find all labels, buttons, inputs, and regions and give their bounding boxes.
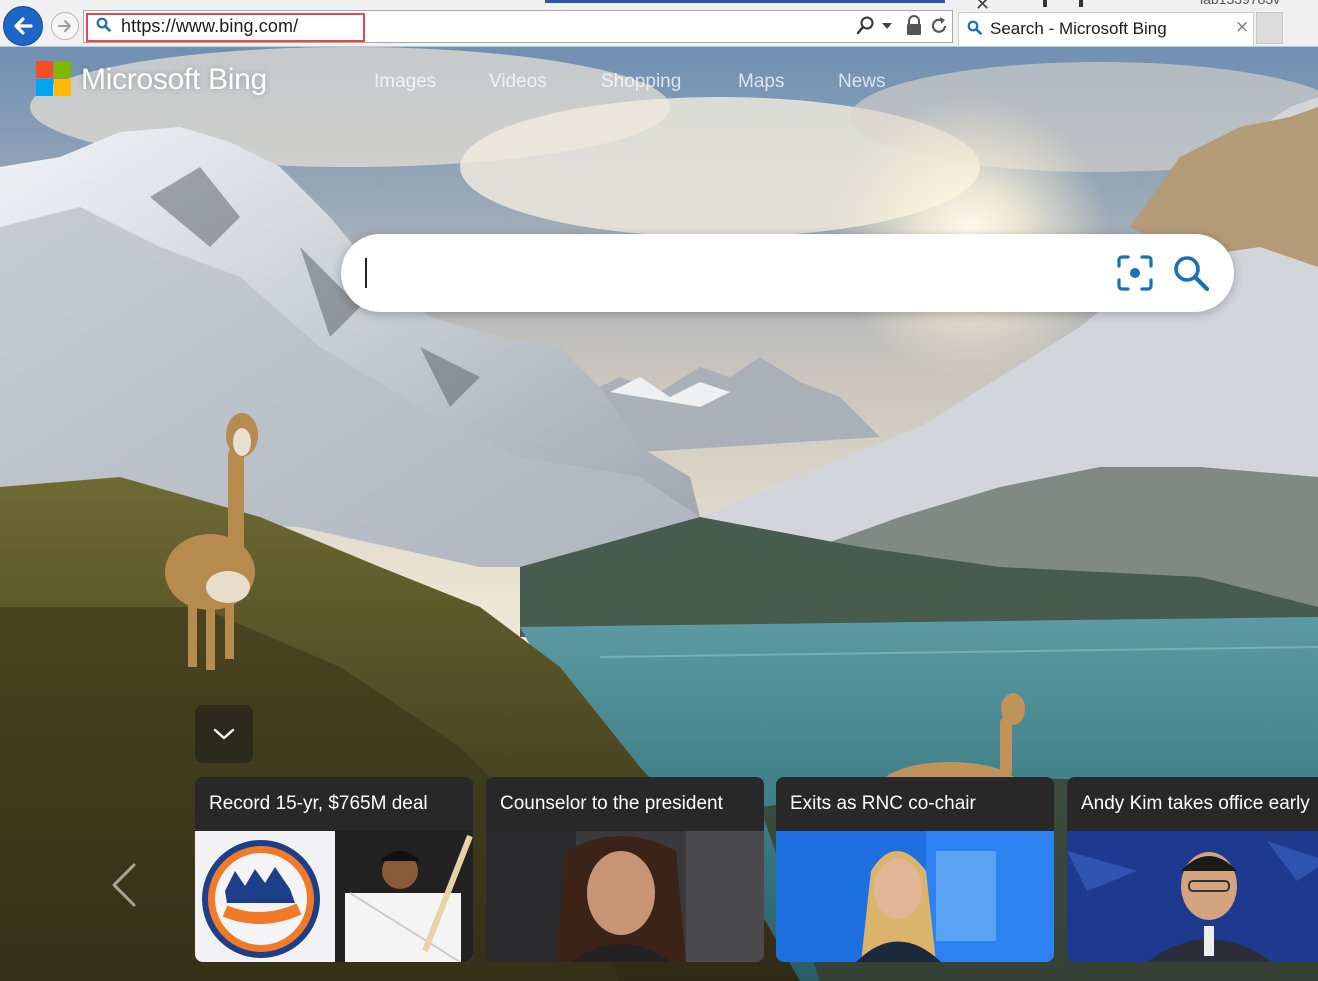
news-card-header: Record 15-yr, $765M deal [195,777,473,831]
bing-homepage: Microsoft Bing Images Videos Shopping Ma… [0,47,1318,981]
address-url[interactable]: https://www.bing.com/ [121,16,298,37]
lock-icon[interactable] [905,15,923,37]
back-arrow-icon [14,17,33,35]
search-icon[interactable] [1171,253,1211,293]
nav-videos[interactable]: Videos [489,71,547,93]
search-dropdown-icon[interactable] [855,15,877,37]
new-tab-button[interactable] [1256,12,1283,44]
news-card-image [1067,831,1318,962]
chevron-down-icon[interactable] [882,23,892,31]
news-card-image [195,831,473,962]
nav-maps[interactable]: Maps [738,71,784,93]
microsoft-logo-icon [36,61,71,96]
news-card-title: Andy Kim takes office early [1081,793,1310,814]
nav-images[interactable]: Images [374,71,436,93]
close-tab-icon[interactable]: × [1235,17,1249,37]
text-cursor [365,258,367,288]
tab-title: Search - Microsoft Bing [990,19,1167,38]
nav-news[interactable]: News [838,71,886,93]
news-card-image [776,831,1054,962]
chevron-left-icon[interactable] [110,863,138,907]
news-card-title: Record 15-yr, $765M deal [209,793,428,814]
collapse-feed-button[interactable] [195,705,253,763]
browser-toolbar: ✕ lab1339783v https://www.bing.com/ [0,0,1318,47]
back-button[interactable] [3,6,43,46]
refresh-icon[interactable] [929,15,949,37]
news-card[interactable]: Record 15-yr, $765M deal [195,777,473,962]
news-card-header: Andy Kim takes office early [1067,777,1318,831]
news-card[interactable]: Exits as RNC co-chair [776,777,1054,962]
search-icon [96,17,111,32]
news-card-header: Counselor to the president [486,777,764,831]
search-icon [967,20,982,35]
window-top-right: ✕ lab1339783v [960,0,1318,15]
forward-arrow-icon [58,20,71,32]
news-card-image [486,831,764,962]
search-box[interactable] [341,234,1234,312]
news-card-title: Counselor to the president [500,793,723,814]
apps-icon[interactable] [1043,0,1083,7]
brand-name: Microsoft Bing [81,63,267,96]
machine-label: lab1339783v [1200,0,1280,7]
forward-button[interactable] [51,12,79,40]
nav-shopping[interactable]: Shopping [601,71,681,93]
news-card-header: Exits as RNC co-chair [776,777,1054,831]
news-card-title: Exits as RNC co-chair [790,793,976,814]
news-card[interactable]: Andy Kim takes office early [1067,777,1318,962]
tab-bing[interactable]: Search - Microsoft Bing × [958,12,1254,46]
news-card[interactable]: Counselor to the president [486,777,764,962]
window-title-strip [545,0,945,3]
chevron-down-icon [213,728,235,740]
visual-search-icon[interactable] [1116,254,1154,292]
